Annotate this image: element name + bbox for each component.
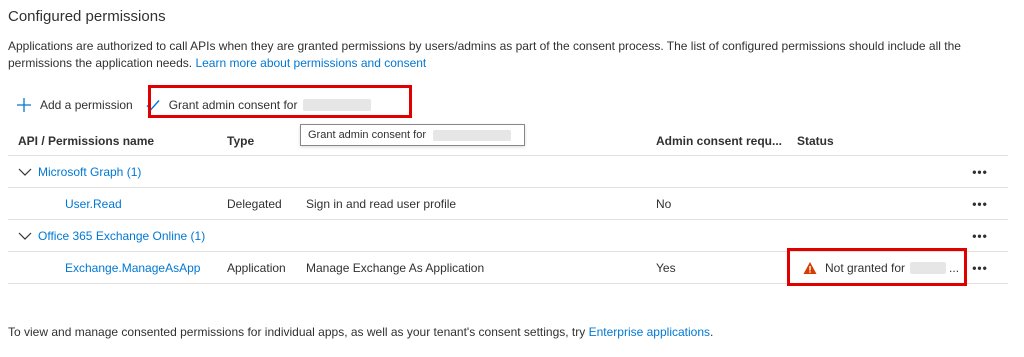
column-header-admin-consent: Admin consent requ... xyxy=(656,133,783,148)
tooltip-text: Grant admin consent for xyxy=(308,129,427,141)
section-title: Configured permissions xyxy=(8,8,166,25)
chevron-down-icon xyxy=(18,168,32,176)
admin-consent-required: Yes xyxy=(656,260,676,275)
more-actions-button[interactable]: ••• xyxy=(970,252,990,283)
column-header-api: API / Permissions name xyxy=(18,133,155,148)
group-label[interactable]: Office 365 Exchange Online (1) xyxy=(38,229,205,243)
permission-name-link[interactable]: Exchange.ManageAsApp xyxy=(65,261,200,275)
more-actions-button[interactable]: ••• xyxy=(970,220,990,251)
highlight-box-status xyxy=(787,248,967,286)
more-actions-button[interactable]: ••• xyxy=(970,156,990,187)
column-header-status: Status xyxy=(797,133,834,148)
chevron-down-icon xyxy=(18,232,32,240)
permission-type: Application xyxy=(227,260,286,275)
footer-note: To view and manage consented permissions… xyxy=(8,325,713,339)
admin-consent-required: No xyxy=(656,196,672,211)
column-header-type: Type xyxy=(227,133,255,148)
permission-description: Sign in and read user profile xyxy=(306,196,457,211)
group-toggle[interactable]: Office 365 Exchange Online (1) xyxy=(18,220,205,251)
footer-text: To view and manage consented permissions… xyxy=(8,325,586,339)
permission-row: User.Read Delegated Sign in and read use… xyxy=(8,188,1008,220)
permission-name-link[interactable]: User.Read xyxy=(65,197,122,211)
learn-more-link[interactable]: Learn more about permissions and consent xyxy=(195,56,426,70)
footer-period: . xyxy=(710,325,714,339)
add-permission-label: Add a permission xyxy=(40,98,133,112)
group-row-microsoft-graph[interactable]: Microsoft Graph (1) ••• xyxy=(8,156,1008,188)
enterprise-applications-link[interactable]: Enterprise applications xyxy=(589,325,710,339)
add-permission-button[interactable]: Add a permission xyxy=(16,92,133,118)
grant-consent-tooltip: Grant admin consent for xyxy=(300,124,525,146)
highlight-box-grant-consent xyxy=(148,85,412,118)
redacted-tenant-name xyxy=(433,129,512,141)
group-label[interactable]: Microsoft Graph (1) xyxy=(38,165,141,179)
more-actions-button[interactable]: ••• xyxy=(970,188,990,219)
permission-type: Delegated xyxy=(227,196,282,211)
section-description: Applications are authorized to call APIs… xyxy=(8,38,1008,72)
permission-description: Manage Exchange As Application xyxy=(306,260,485,275)
plus-icon xyxy=(17,98,31,112)
description-text: Applications are authorized to call APIs… xyxy=(8,39,961,70)
group-toggle[interactable]: Microsoft Graph (1) xyxy=(18,156,141,187)
